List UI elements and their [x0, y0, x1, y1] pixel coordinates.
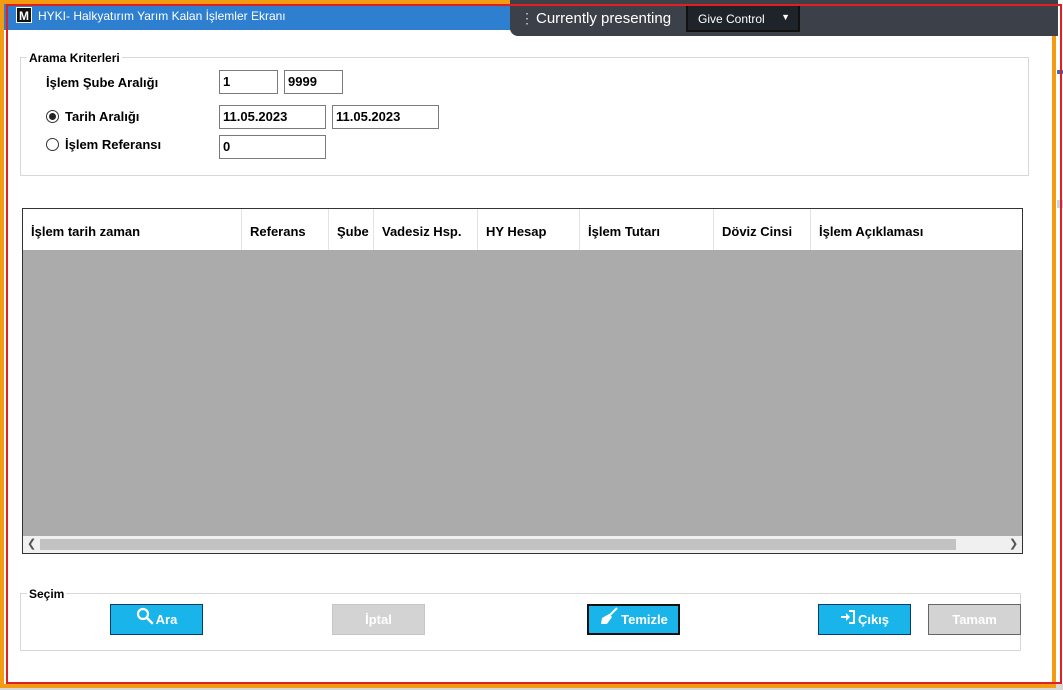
clear-button-label: Temizle [621, 612, 668, 627]
ok-button-label: Tamam [952, 612, 997, 627]
grid-body[interactable] [23, 250, 1022, 536]
date-range-radio[interactable] [46, 110, 59, 123]
background-accent [1057, 200, 1063, 208]
column-header[interactable]: İşlem Tutarı [580, 209, 714, 250]
caret-down-icon: ▼ [781, 12, 790, 22]
column-header[interactable]: İşlem Açıklaması [811, 209, 1022, 250]
date-range-label: Tarih Aralığı [65, 109, 140, 124]
column-header[interactable]: HY Hesap [478, 209, 580, 250]
cancel-button-label: İptal [365, 612, 392, 627]
background-window-edge [1056, 0, 1063, 690]
column-header[interactable]: Şube [329, 209, 374, 250]
reference-radio[interactable] [46, 138, 59, 151]
results-grid[interactable]: İşlem tarih zaman Referans Şube Vadesiz … [22, 208, 1023, 554]
branch-range-label: İşlem Şube Aralığı [46, 75, 159, 90]
reference-input[interactable]: 0 [219, 135, 326, 159]
exit-button-label: Çıkış [857, 612, 890, 627]
branch-from-input[interactable]: 1 [219, 70, 278, 94]
column-header[interactable]: İşlem tarih zaman [23, 209, 242, 250]
give-control-dropdown[interactable]: Give Control ▼ [686, 4, 800, 32]
scroll-right-icon[interactable]: ❯ [1009, 537, 1018, 550]
branch-to-input[interactable]: 9999 [284, 70, 343, 94]
scrollbar-thumb[interactable] [40, 539, 956, 550]
search-button-label: Ara [155, 612, 178, 627]
grid-header: İşlem tarih zaman Referans Şube Vadesiz … [23, 209, 1022, 250]
column-header[interactable]: Vadesiz Hsp. [374, 209, 478, 250]
search-criteria-legend: Arama Kriterleri [27, 51, 122, 65]
cancel-button[interactable]: İptal [332, 604, 425, 635]
date-to-input[interactable]: 11.05.2023 [332, 105, 439, 129]
reference-label: İşlem Referansı [65, 137, 162, 152]
selection-legend: Seçim [27, 587, 67, 601]
scroll-left-icon[interactable]: ❮ [27, 537, 36, 550]
background-accent [1057, 70, 1063, 74]
presenting-status: Currently presenting [536, 10, 672, 27]
clear-button[interactable]: Temizle [587, 604, 680, 635]
presenting-toolbar: ⋮ Currently presenting Give Control ▼ [510, 0, 1058, 36]
search-button[interactable]: Ara [110, 604, 203, 635]
horizontal-scrollbar[interactable]: ❮ ❯ [23, 536, 1022, 553]
app-icon: M [16, 7, 32, 23]
column-header[interactable]: Referans [242, 209, 329, 250]
drag-handle-icon[interactable]: ⋮ [520, 10, 534, 27]
ok-button[interactable]: Tamam [928, 604, 1021, 635]
exit-button[interactable]: Çıkış [818, 604, 911, 635]
broom-icon [599, 607, 619, 634]
search-icon [136, 606, 154, 635]
search-criteria-group [20, 57, 1029, 176]
give-control-label: Give Control [698, 12, 765, 26]
window-title: HYKI- Halkyatırım Yarım Kalan İşlemler E… [38, 9, 286, 23]
column-header[interactable]: Döviz Cinsi [714, 209, 811, 250]
date-from-input[interactable]: 11.05.2023 [219, 105, 326, 129]
sign-in-icon [840, 606, 856, 635]
